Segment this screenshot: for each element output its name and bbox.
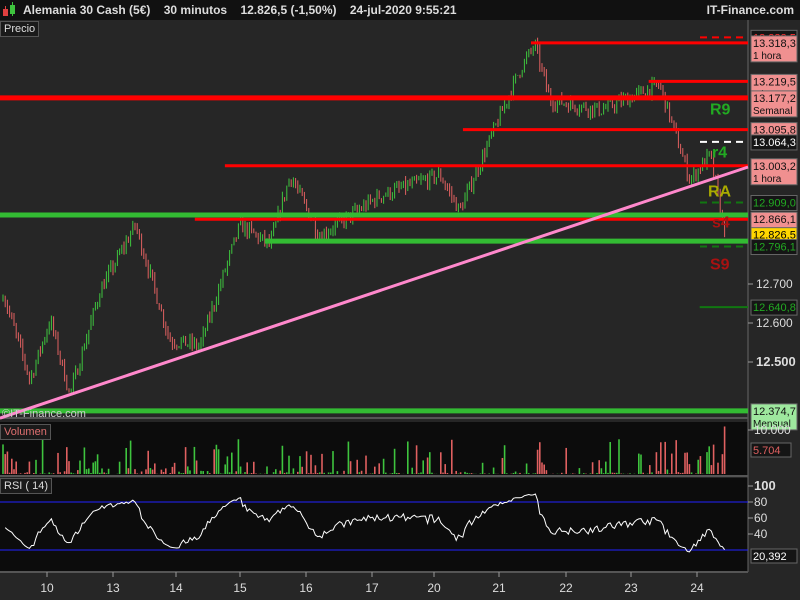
price-label-box: 13.318,31 hora bbox=[750, 35, 798, 63]
volume-panel-label: Volumen bbox=[0, 424, 51, 440]
chart-canvas[interactable]: R9r4RAs4S912.50012.60012.70013.332,513.3… bbox=[0, 0, 800, 600]
price-label: 12.866,1 bbox=[753, 214, 796, 226]
price-label-box: 13.177,2Semanal bbox=[750, 90, 798, 118]
rsi-tick-label: 80 bbox=[754, 495, 768, 509]
rsi-panel-label: RSI ( 14) bbox=[0, 478, 53, 494]
x-tick-label: 13 bbox=[106, 581, 120, 595]
chart-window: Alemania 30 Cash (5€) 30 minutos 12.826,… bbox=[0, 0, 800, 600]
price-label-box: 12.640,8 bbox=[750, 299, 798, 316]
x-tick-label: 15 bbox=[233, 581, 247, 595]
price-label: 13.318,3 bbox=[753, 38, 796, 50]
pivot-label-r4: r4 bbox=[712, 144, 727, 161]
price-label-box: 13.064,3 bbox=[750, 134, 798, 151]
pivot-label-R9: R9 bbox=[710, 102, 731, 119]
x-tick-label: 14 bbox=[169, 581, 183, 595]
price-label: 13.177,2 bbox=[753, 93, 796, 105]
price-label-sub: Semanal bbox=[753, 106, 792, 117]
rsi-last-label: 20,392 bbox=[753, 551, 787, 563]
volume-last-label: 5.704 bbox=[753, 445, 781, 457]
pivot-label-s4: s4 bbox=[712, 215, 730, 232]
rsi-panel bbox=[0, 478, 748, 572]
price-label: 12.640,8 bbox=[753, 302, 796, 314]
x-tick-label: 10 bbox=[40, 581, 54, 595]
rsi-tick-label: 100 bbox=[754, 478, 776, 493]
price-panel-label: Precio bbox=[0, 21, 40, 37]
y-tick-label: 12.500 bbox=[756, 354, 796, 369]
pivot-label-S9: S9 bbox=[710, 257, 730, 274]
price-label-box: 12.796,1 bbox=[750, 239, 798, 256]
x-tick-label: 21 bbox=[492, 581, 506, 595]
x-tick-label: 22 bbox=[559, 581, 573, 595]
pivot-label-RA: RA bbox=[708, 183, 732, 200]
price-label: 12.909,0 bbox=[753, 197, 796, 209]
x-tick-label: 20 bbox=[427, 581, 441, 595]
x-tick-label: 23 bbox=[624, 581, 638, 595]
price-label-sub: 1 hora bbox=[753, 51, 782, 62]
watermark: ©IT-Finance.com bbox=[2, 408, 86, 420]
price-label-sub: 1 hora bbox=[753, 174, 782, 185]
price-label: 13.003,2 bbox=[753, 161, 796, 173]
volume-tick-label: 10.000 bbox=[754, 423, 791, 437]
price-label-box: 12.909,0 bbox=[750, 194, 798, 211]
x-tick-label: 24 bbox=[690, 581, 704, 595]
y-tick-label: 12.700 bbox=[756, 277, 793, 291]
price-label: 13.064,3 bbox=[753, 137, 796, 149]
rsi-tick-label: 60 bbox=[754, 511, 768, 525]
x-tick-label: 16 bbox=[299, 581, 313, 595]
y-tick-label: 12.600 bbox=[756, 316, 793, 330]
rsi-tick-label: 40 bbox=[754, 527, 768, 541]
x-tick-label: 17 bbox=[365, 581, 379, 595]
price-label-box: 13.003,21 hora bbox=[750, 158, 798, 186]
price-label: 12.374,7 bbox=[753, 406, 796, 418]
price-label: 12.796,1 bbox=[753, 242, 796, 254]
price-label: 13.219,5 bbox=[753, 76, 796, 88]
